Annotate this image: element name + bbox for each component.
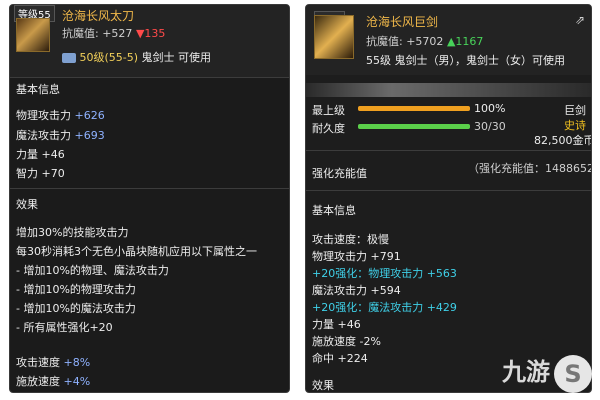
right-basic-line: 魔法攻击力 +594 <box>312 284 401 297</box>
left-level-requirement: 50级(55-5) <box>79 51 139 64</box>
left-basic-row: 物理攻击力 +626 <box>16 107 105 123</box>
left-basic-row: 魔法攻击力 +693 <box>16 127 105 143</box>
right-stat-label: 抗魔值: <box>366 35 403 48</box>
left-basic-row: 智力 +70 <box>16 165 65 181</box>
weapon-type-label: 巨剑 <box>564 104 586 117</box>
stat-name: 物理攻击力 <box>16 109 71 122</box>
stat-value: +8% <box>63 356 91 369</box>
left-effect-line: - 增加10%的物理攻击力 <box>16 283 136 296</box>
right-basic-line: 施放速度 -2% <box>312 335 381 348</box>
site-logo-icon: S <box>554 355 592 393</box>
right-basic-line: 力量 +46 <box>312 318 361 331</box>
right-basic-line: 攻击速度：极慢 <box>312 233 389 246</box>
durability-bar-fill <box>358 124 470 129</box>
stat-value: +46 <box>41 148 65 161</box>
left-effect-line: - 所有属性强化+20 <box>16 321 113 334</box>
left-item-name: 沧海长风太刀 <box>62 9 135 23</box>
share-icon[interactable]: ⇗ <box>575 13 585 27</box>
left-stat-change: ▼135 <box>135 27 166 40</box>
left-item-tooltip: 等级55 沧海长风太刀 抗魔值: +527 ▼135 50级(55-5) 鬼剑士… <box>9 4 290 393</box>
stat-name: 魔法攻击力 <box>16 129 71 142</box>
stat-name: 攻击速度 <box>16 356 60 369</box>
enhance-label: 强化充能值 <box>312 167 367 180</box>
left-resist-line: 抗魔值: +527 ▼135 <box>62 25 165 41</box>
stat-value: +693 <box>74 129 105 142</box>
left-bottom-row: 施放速度 +4% <box>16 373 90 389</box>
left-stat-value: +527 <box>102 27 133 40</box>
right-effect-title: 效果 <box>312 379 334 392</box>
right-item-name: 沧海长风巨剑 <box>366 15 439 29</box>
right-basic-line: 命中 +224 <box>312 352 368 365</box>
right-resist-line: 抗魔值: +5702 ▲1167 <box>366 33 483 49</box>
rarity-label: 史诗 <box>564 119 586 132</box>
katana-item-icon <box>16 18 50 52</box>
divider <box>10 188 289 189</box>
left-effect-line: 每30秒消耗3个无色小晶块随机应用以下属性之一 <box>16 245 257 258</box>
right-basic-title: 基本信息 <box>312 204 356 217</box>
top-level-bar <box>358 106 470 111</box>
right-basic-line: +20强化：物理攻击力 +563 <box>312 267 457 280</box>
enhance-note: （强化充能值：14886529 <box>468 162 592 175</box>
top-level-bar-fill <box>358 106 470 111</box>
stat-name: 施放速度 <box>16 375 60 388</box>
left-bottom-row: 攻击速度 +8% <box>16 354 90 370</box>
top-level-value: 100% <box>474 102 506 115</box>
left-basic-title: 基本信息 <box>16 83 60 96</box>
gem-icon <box>62 53 76 63</box>
stat-name: 智力 <box>16 167 38 180</box>
stat-name: 力量 <box>16 148 38 161</box>
left-effect-line: - 增加10%的物理、魔法攻击力 <box>16 264 169 277</box>
sell-price: 82,500金币 <box>534 134 592 147</box>
durability-value: 30/30 <box>474 120 506 133</box>
right-item-tooltip: 55级 沧海长风巨剑 ⇗ 抗魔值: +5702 ▲1167 55级 鬼剑士（男）… <box>305 4 592 393</box>
left-requirement-line: 50级(55-5) 鬼剑士 可使用 <box>62 49 211 65</box>
left-effect-line: - 增加10%的魔法攻击力 <box>16 302 136 315</box>
stat-value: +4% <box>63 375 91 388</box>
stat-value: +626 <box>74 109 105 122</box>
top-level-label: 最上级 <box>312 104 345 117</box>
right-class-requirement: 55级 鬼剑士（男），鬼剑士（女）可使用 <box>366 54 565 67</box>
site-watermark-text: 九游 <box>502 358 550 386</box>
left-effect-title: 效果 <box>16 198 38 211</box>
divider <box>306 190 591 191</box>
divider <box>10 77 289 78</box>
right-basic-line: 物理攻击力 +791 <box>312 250 401 263</box>
right-basic-line: +20强化：魔法攻击力 +429 <box>312 301 457 314</box>
right-stat-value: +5702 <box>406 35 444 48</box>
durability-label: 耐久度 <box>312 122 345 135</box>
divider <box>306 150 591 151</box>
left-basic-row: 力量 +46 <box>16 146 65 162</box>
greatsword-item-icon <box>314 15 354 59</box>
durability-bar <box>358 124 470 129</box>
right-stat-change: ▲1167 <box>446 35 484 48</box>
rarity-strip <box>306 83 591 97</box>
left-class-requirement: 鬼剑士 可使用 <box>141 51 212 64</box>
left-effect-line: 增加30%的技能攻击力 <box>16 226 129 239</box>
right-tooltip-header: 55级 沧海长风巨剑 ⇗ 抗魔值: +5702 ▲1167 55级 鬼剑士（男）… <box>306 5 591 75</box>
left-stat-label: 抗魔值: <box>62 27 99 40</box>
left-tooltip-header: 等级55 沧海长风太刀 抗魔值: +527 ▼135 50级(55-5) 鬼剑士… <box>10 5 289 77</box>
stat-value: +70 <box>41 167 65 180</box>
